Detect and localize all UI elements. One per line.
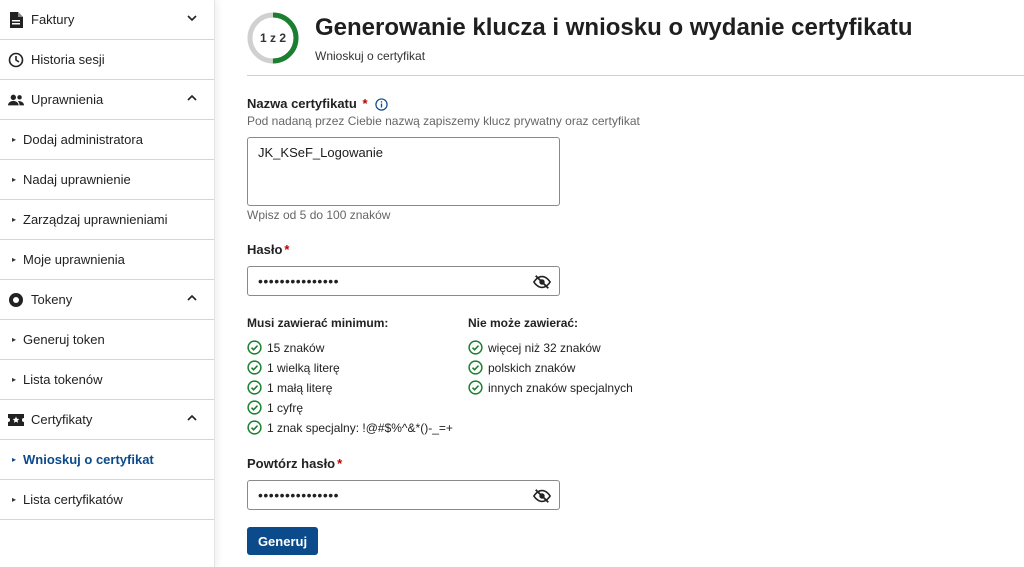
bullet-icon: ▸ [12,215,17,224]
sidebar-item-label: Faktury [31,12,75,27]
required-mark: * [337,456,343,471]
rule-text: 1 znak specjalny: !@#$%^&*()-_=+ [267,420,453,435]
sidebar: Faktury Historia sesji Uprawnienia ▸ Dod… [0,0,215,567]
info-icon[interactable] [375,98,388,111]
sidebar-item-label: Tokeny [31,292,73,307]
eye-off-icon[interactable] [533,273,551,291]
password-value: ••••••••••••••• [258,273,340,289]
rule-item: 15 znaków [247,340,324,355]
header-divider [247,75,1024,76]
bullet-icon: ▸ [12,375,17,384]
sidebar-item-label: Uprawnienia [31,92,104,107]
rule-item: 1 małą literę [247,380,332,395]
generate-button[interactable]: Generuj [247,527,318,555]
sidebar-item-label: Nadaj uprawnienie [23,172,131,187]
step-indicator: 1 z 2 [259,31,286,45]
sidebar-item-label: Generuj token [23,332,105,347]
sidebar-item-uprawnienia[interactable]: Uprawnienia [0,80,214,120]
bullet-icon: ▸ [12,135,17,144]
people-icon [8,92,24,108]
sidebar-item-label: Wnioskuj o certyfikat [23,452,154,467]
bullet-icon: ▸ [12,175,17,184]
sidebar-item-dodaj-administratora[interactable]: ▸ Dodaj administratora [0,120,214,160]
rule-item: 1 znak specjalny: !@#$%^&*()-_=+ [247,420,453,435]
rule-item: innych znaków specjalnych [468,380,633,395]
clock-icon [8,52,24,68]
bullet-icon: ▸ [12,455,17,464]
sidebar-item-label: Zarządzaj uprawnieniami [23,212,168,227]
sidebar-item-label: Dodaj administratora [23,132,143,147]
check-circle-icon [247,340,262,355]
repeat-password-input[interactable]: ••••••••••••••• [247,480,560,510]
rule-text: innych znaków specjalnych [488,380,633,395]
ticket-icon [8,412,24,428]
check-circle-icon [247,420,262,435]
rule-text: 1 wielką literę [267,360,340,375]
chevron-up-icon [187,294,197,301]
sidebar-item-lista-certyfikatow[interactable]: ▸ Lista certyfikatów [0,480,214,520]
rule-text: 1 małą literę [267,380,333,395]
cert-name-label-text: Nazwa certyfikatu [247,96,357,111]
page-subtitle: Wnioskuj o certyfikat [315,49,426,63]
rule-text: więcej niż 32 znaków [488,340,601,355]
chevron-up-icon [187,94,197,101]
rule-item: więcej niż 32 znaków [468,340,601,355]
sidebar-item-wnioskuj-o-certyfikat[interactable]: ▸ Wnioskuj o certyfikat [0,440,214,480]
must-not-contain-title: Nie może zawierać: [468,316,579,330]
sidebar-item-label: Lista tokenów [23,372,103,387]
required-mark: * [362,96,368,111]
cert-name-input[interactable]: JK_KSeF_Logowanie [247,137,560,206]
bullet-icon: ▸ [12,255,17,264]
rule-text: 1 cyfrę [267,400,304,415]
check-circle-icon [247,400,262,415]
rule-text: 15 znaków [267,340,325,355]
bullet-icon: ▸ [12,335,17,344]
check-circle-icon [247,380,262,395]
must-contain-title: Musi zawierać minimum: [247,316,389,330]
rule-text: polskich znaków [488,360,576,375]
sidebar-item-tokeny[interactable]: Tokeny [0,280,214,320]
sidebar-item-label: Historia sesji [31,52,105,67]
sidebar-item-generuj-token[interactable]: ▸ Generuj token [0,320,214,360]
cert-name-label: Nazwa certyfikatu * [247,96,388,111]
token-icon [8,292,24,308]
sidebar-item-zarzadzaj-uprawnieniami[interactable]: ▸ Zarządzaj uprawnieniami [0,200,214,240]
eye-off-icon[interactable] [533,487,551,505]
password-input[interactable]: ••••••••••••••• [247,266,560,296]
chevron-up-icon [187,414,197,421]
required-mark: * [284,242,290,257]
repeat-password-value: ••••••••••••••• [258,487,340,503]
check-circle-icon [468,380,483,395]
bullet-icon: ▸ [12,495,17,504]
sidebar-item-label: Certyfikaty [31,412,93,427]
repeat-password-label: Powtórz hasło * [247,456,342,471]
rule-item: 1 wielką literę [247,360,340,375]
chevron-down-icon [187,15,197,22]
cert-name-hint: Pod nadaną przez Ciebie nazwą zapiszemy … [247,114,640,128]
document-icon [8,11,24,28]
password-label: Hasło * [247,242,289,257]
sidebar-item-moje-uprawnienia[interactable]: ▸ Moje uprawnienia [0,240,214,280]
cert-name-length-hint: Wpisz od 5 do 100 znaków [247,208,391,222]
check-circle-icon [468,340,483,355]
password-label-text: Hasło [247,242,283,257]
sidebar-item-lista-tokenow[interactable]: ▸ Lista tokenów [0,360,214,400]
sidebar-item-nadaj-uprawnienie[interactable]: ▸ Nadaj uprawnienie [0,160,214,200]
page-title: Generowanie klucza i wniosku o wydanie c… [315,14,913,41]
check-circle-icon [247,360,262,375]
rule-item: polskich znaków [468,360,575,375]
rule-item: 1 cyfrę [247,400,303,415]
sidebar-item-historia-sesji[interactable]: Historia sesji [0,40,214,80]
repeat-password-label-text: Powtórz hasło [247,456,336,471]
sidebar-item-certyfikaty[interactable]: Certyfikaty [0,400,214,440]
sidebar-item-faktury[interactable]: Faktury [0,0,214,40]
sidebar-item-label: Moje uprawnienia [23,252,125,267]
sidebar-item-label: Lista certyfikatów [23,492,123,507]
check-circle-icon [468,360,483,375]
